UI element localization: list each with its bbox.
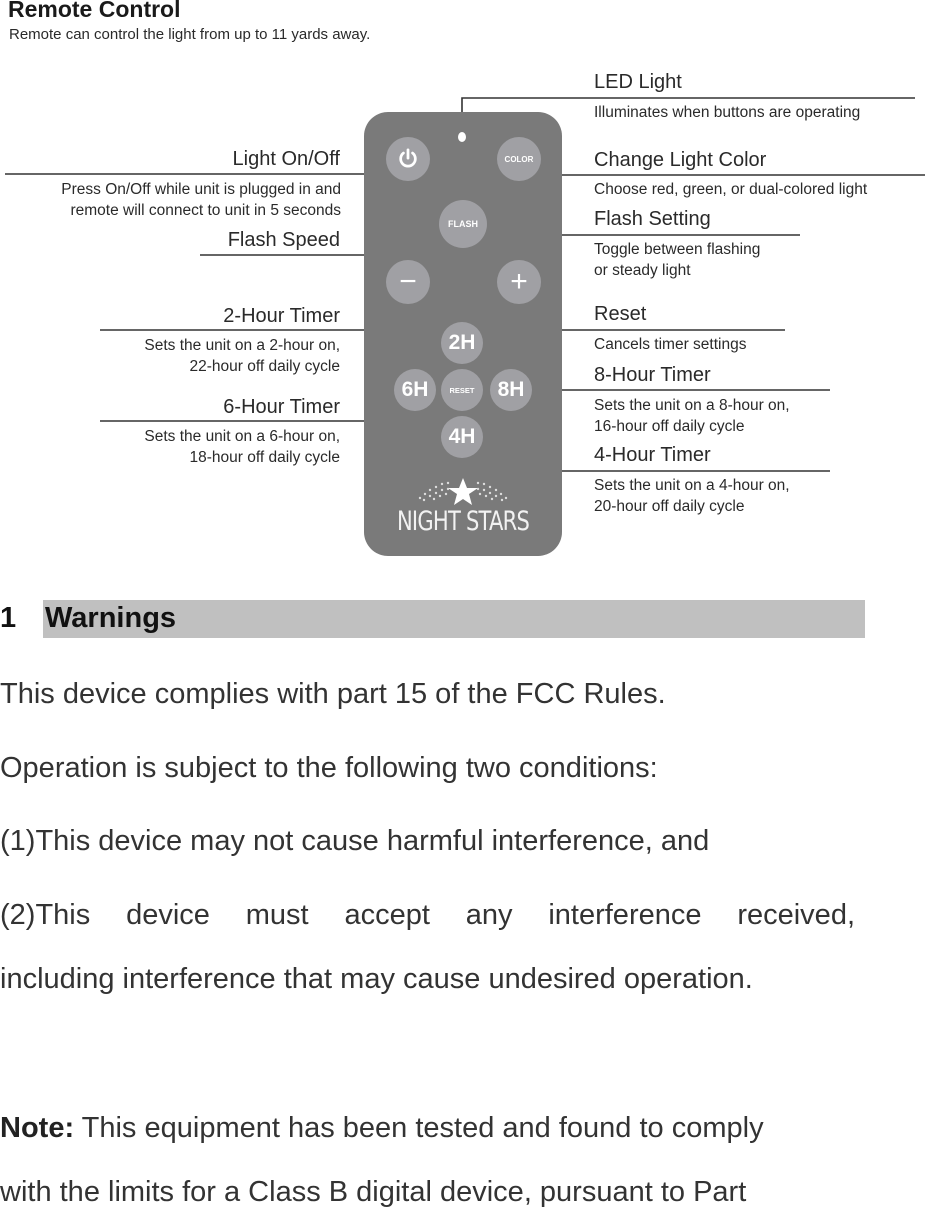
label-flash-setting: Flash Setting: [594, 208, 711, 230]
flash-button[interactable]: FLASH: [439, 200, 487, 248]
desc-line: Press On/Off while unit is plugged in an…: [61, 181, 341, 198]
list-item-text: This device must accept any interference…: [35, 899, 855, 931]
desc-line: Sets the unit on a 6-hour on,: [144, 428, 340, 445]
desc-2h-timer: Sets the unit on a 2-hour on, 22-hour of…: [90, 335, 340, 377]
desc-line: Toggle between flashing: [594, 241, 761, 258]
desc-light-on-off: Press On/Off while unit is plugged in an…: [0, 179, 341, 221]
desc-line: Sets the unit on a 8-hour on,: [594, 397, 790, 414]
desc-line: 20-hour off daily cycle: [594, 498, 745, 515]
power-button[interactable]: [386, 137, 430, 181]
desc-line: 16-hour off daily cycle: [594, 418, 745, 435]
desc-reset: Cancels timer settings: [594, 336, 747, 353]
desc-flash-setting: Toggle between flashing or steady light: [594, 239, 760, 281]
desc-change-light-color: Choose red, green, or dual-colored light: [594, 181, 868, 198]
timer-2h-button[interactable]: 2H: [441, 322, 483, 364]
stars-logo-icon: [418, 478, 508, 505]
desc-line: Sets the unit on a 2-hour on,: [144, 337, 340, 354]
note-text: This equipment has been tested and found…: [74, 1112, 764, 1144]
desc-6h-timer: Sets the unit on a 6-hour on, 18-hour of…: [90, 426, 340, 468]
reset-button[interactable]: RESET: [441, 369, 483, 411]
list-item-number: (1): [0, 825, 36, 857]
list-item-1: (1)This device may not cause harmful int…: [0, 825, 709, 858]
label-6h-timer: 6-Hour Timer: [223, 396, 340, 418]
led-light-indicator: [458, 132, 466, 142]
desc-line: 18-hour off daily cycle: [189, 449, 341, 466]
note-paragraph: Note: This equipment has been tested and…: [0, 1112, 764, 1145]
label-light-on-off: Light On/Off: [232, 148, 340, 170]
label-reset: Reset: [594, 303, 647, 325]
list-item-text: This device may not cause harmful interf…: [35, 825, 710, 857]
flash-speed-minus-button[interactable]: −: [386, 260, 430, 304]
note-paragraph-continued: with the limits for a Class B digital de…: [0, 1176, 747, 1208]
section-number: 1: [0, 602, 17, 634]
label-2h-timer: 2-Hour Timer: [223, 305, 340, 327]
brand-logo: NIGHT STARS: [396, 506, 530, 537]
label-led-light: LED Light: [594, 71, 682, 93]
remote-control: COLOR FLASH − + 2H 6H RESET 8H 4H NIGHT …: [364, 112, 562, 556]
desc-line: or steady light: [594, 262, 691, 279]
timer-4h-button[interactable]: 4H: [441, 416, 483, 458]
label-change-light-color: Change Light Color: [594, 149, 767, 171]
label-8h-timer: 8-Hour Timer: [594, 364, 711, 386]
desc-line: 22-hour off daily cycle: [189, 358, 341, 375]
color-button[interactable]: COLOR: [497, 137, 541, 181]
list-item-2: (2) This device must accept any interfere…: [0, 899, 855, 932]
label-flash-speed: Flash Speed: [227, 229, 340, 251]
list-item-2-continued: including interference that may cause un…: [0, 963, 753, 995]
desc-line: Sets the unit on a 4-hour on,: [594, 477, 790, 494]
list-item-number: (2): [0, 899, 36, 931]
section-title: Warnings: [45, 602, 177, 634]
note-label: Note:: [0, 1112, 75, 1144]
desc-led-light: Illuminates when buttons are operating: [594, 104, 861, 121]
paragraph-fcc-compliance: This device complies with part 15 of the…: [0, 678, 666, 710]
desc-line: remote will connect to unit in 5 seconds: [70, 202, 341, 219]
section-heading: 1 Warnings: [0, 600, 865, 638]
timer-8h-button[interactable]: 8H: [490, 369, 532, 411]
power-icon: [399, 148, 417, 168]
flash-speed-plus-button[interactable]: +: [497, 260, 541, 304]
paragraph-conditions: Operation is subject to the following tw…: [0, 752, 658, 784]
label-4h-timer: 4-Hour Timer: [594, 444, 711, 466]
timer-6h-button[interactable]: 6H: [394, 369, 436, 411]
desc-8h-timer: Sets the unit on a 8-hour on, 16-hour of…: [594, 395, 790, 437]
desc-4h-timer: Sets the unit on a 4-hour on, 20-hour of…: [594, 475, 790, 517]
